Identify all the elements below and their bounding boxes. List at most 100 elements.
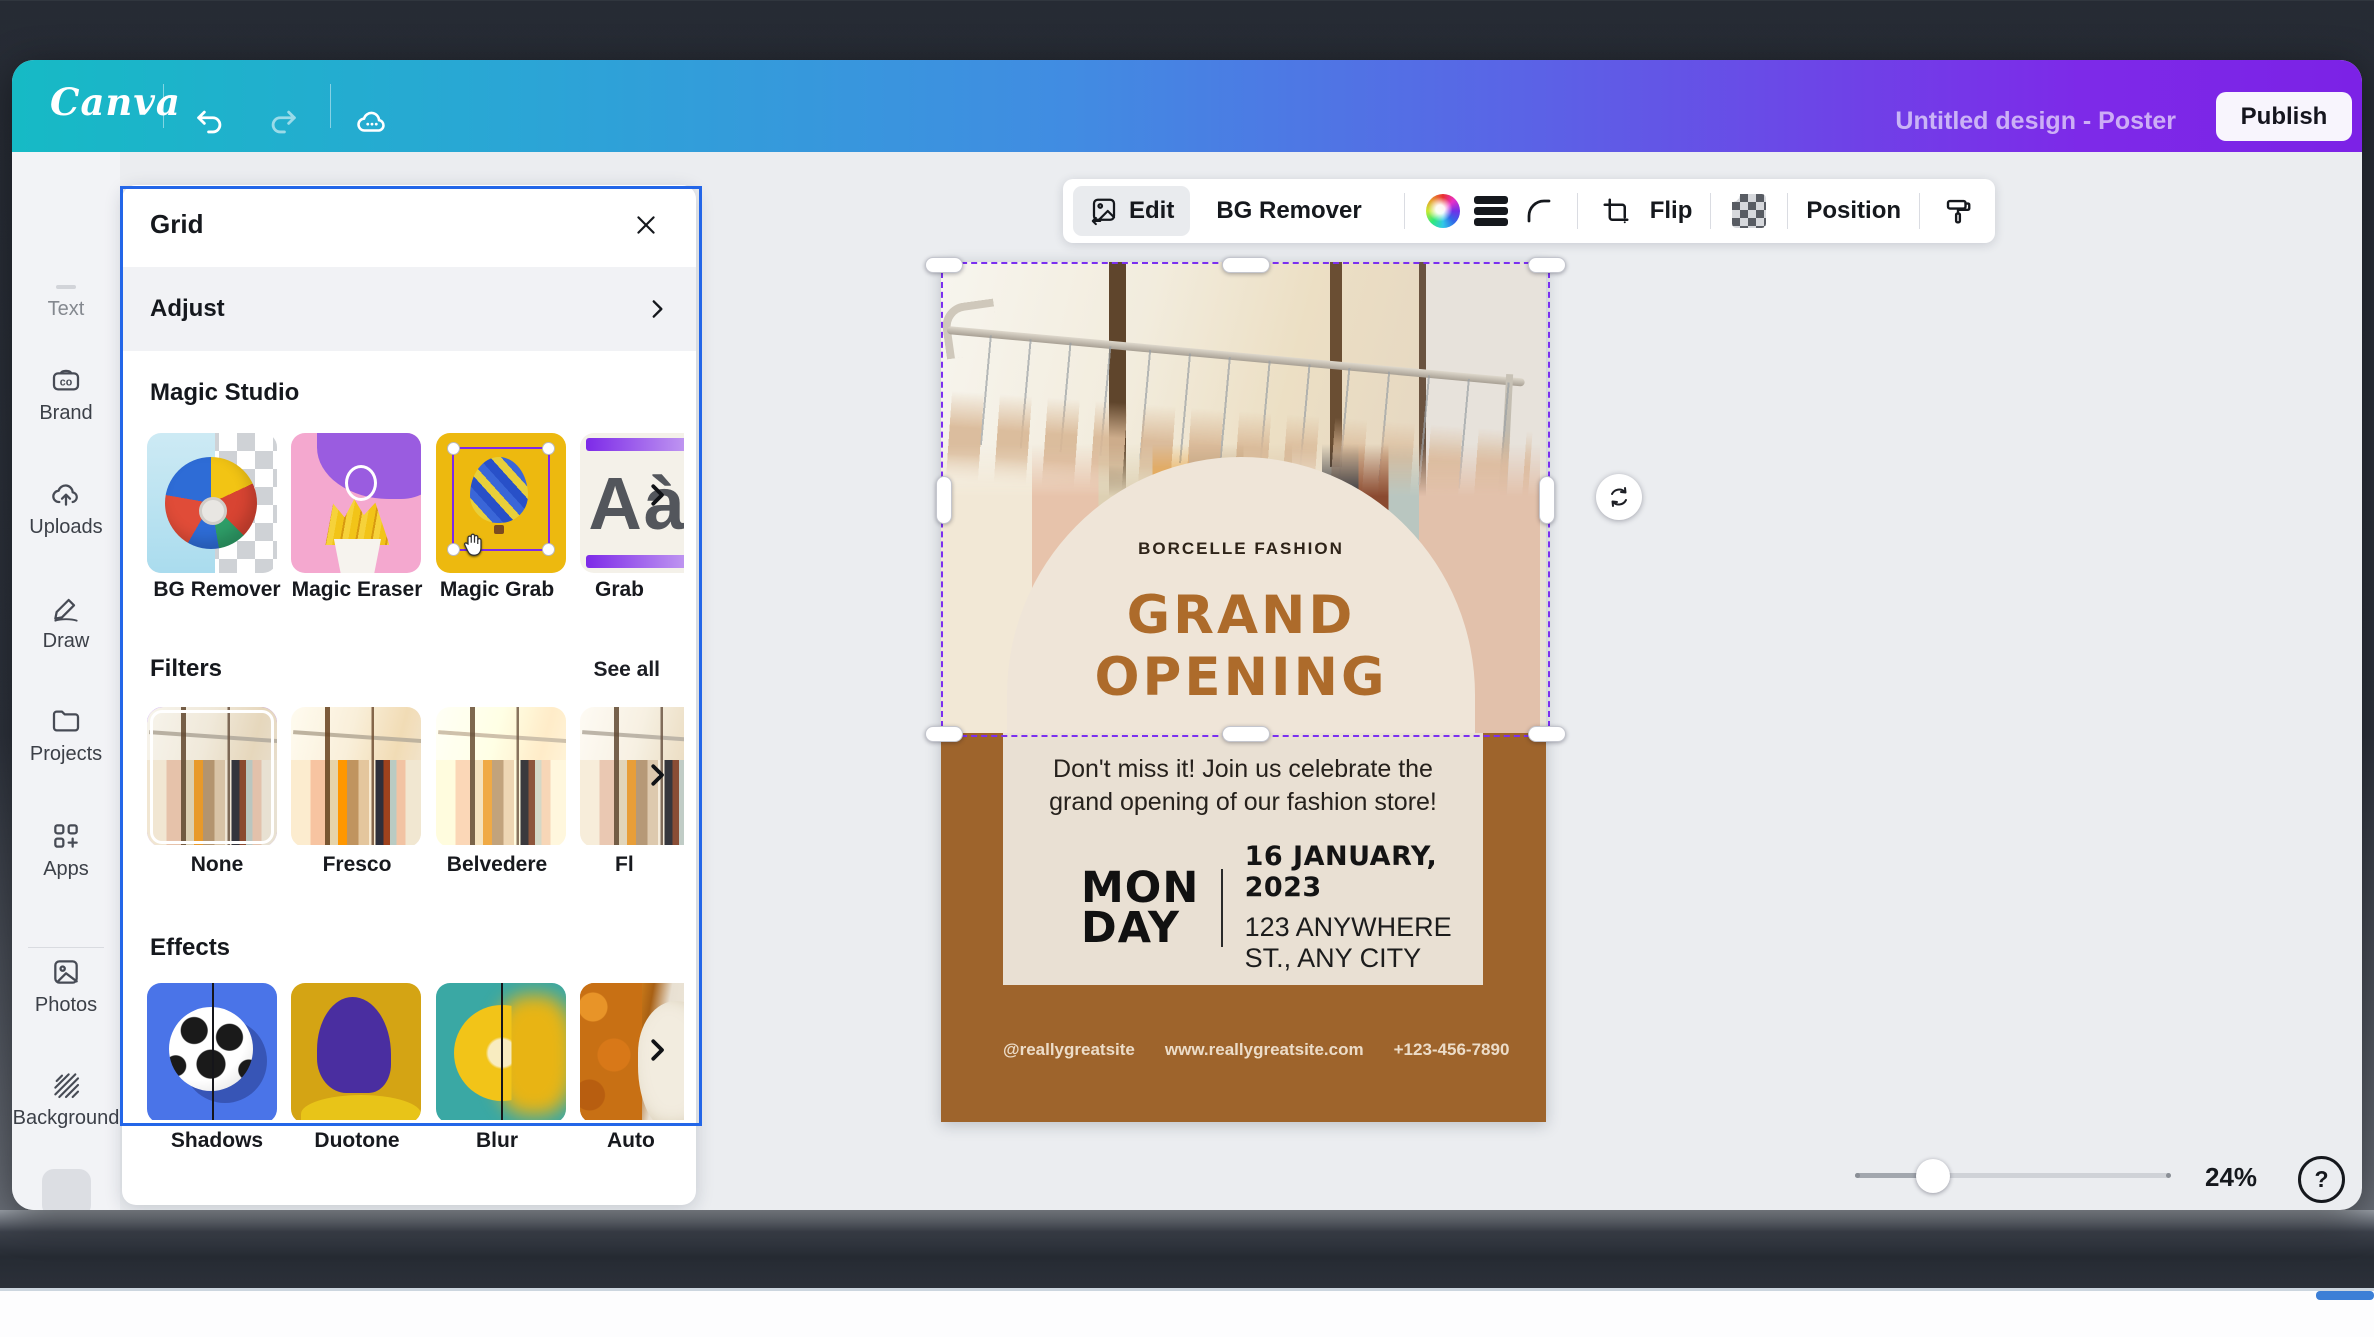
redo-button[interactable] (261, 100, 305, 144)
selection-handle-top[interactable] (1222, 257, 1270, 273)
tile-label: Grab (567, 578, 696, 602)
adjust-row[interactable]: Adjust (122, 267, 696, 351)
tile-magic-eraser[interactable] (291, 433, 421, 573)
sidebar-item-projects[interactable]: Projects (12, 705, 120, 766)
effects-scroll-chevron[interactable] (642, 1035, 672, 1065)
zoom-track-end-dot (2166, 1173, 2171, 1178)
selection-handle-bottom-left[interactable] (925, 726, 963, 742)
filters-row (147, 707, 684, 845)
tile-magic-grab[interactable] (436, 433, 566, 573)
sidebar-item-label: Apps (12, 858, 120, 881)
adjust-label: Adjust (150, 295, 644, 323)
bottom-strip (0, 1288, 2374, 1337)
help-button[interactable]: ? (2298, 1156, 2345, 1203)
stroke-weight-button[interactable] (1471, 191, 1511, 231)
undo-icon (193, 105, 227, 139)
zoom-slider-handle[interactable] (1916, 1159, 1950, 1193)
selection-handle-right[interactable] (1539, 476, 1555, 524)
filter-belvedere[interactable] (436, 707, 566, 845)
sidebar-item-brand[interactable]: co Brand (12, 364, 120, 425)
crop-button[interactable] (1596, 191, 1636, 231)
paint-roller-icon (1943, 196, 1973, 226)
sidebar-divider (28, 947, 104, 948)
magic-studio-heading: Magic Studio (150, 379, 299, 407)
effect-shadows[interactable] (147, 983, 277, 1120)
tile-label: Duotone (287, 1129, 427, 1153)
filters-labels: None Fresco Belvedere Fl (147, 853, 684, 877)
edit-button[interactable]: Edit (1073, 186, 1190, 236)
sidebar-item-photos[interactable]: Photos (12, 956, 120, 1017)
tile-label: Shadows (147, 1129, 287, 1153)
zoom-percent[interactable]: 24% (2205, 1162, 2257, 1193)
position-button[interactable]: Position (1806, 197, 1901, 225)
selection-handle-top-right[interactable] (1528, 257, 1566, 273)
flip-button[interactable]: Flip (1650, 197, 1693, 225)
sidebar-item-background[interactable]: Background (12, 1069, 120, 1130)
sidebar-placeholder-tile (42, 1169, 91, 1210)
info-divider (1221, 869, 1222, 947)
sidebar-item-draw[interactable]: Draw (12, 592, 120, 653)
sidebar-item-uploads[interactable]: Uploads (12, 478, 120, 539)
close-panel-button[interactable] (624, 203, 668, 247)
filter-none[interactable] (147, 707, 277, 845)
photos-icon (50, 956, 82, 988)
projects-icon (50, 705, 82, 737)
effect-blur[interactable] (436, 983, 566, 1120)
undo-button[interactable] (188, 100, 232, 144)
edit-label: Edit (1129, 197, 1174, 225)
poster-info-panel[interactable]: Don't miss it! Join us celebrate the gra… (1003, 733, 1483, 985)
toolbar-divider (163, 84, 164, 128)
sidebar-item-label: Text (12, 298, 120, 321)
sidebar-item-text[interactable]: Text (12, 298, 120, 321)
rotate-handle[interactable] (1596, 474, 1642, 520)
document-title[interactable]: Untitled design - Poster (1895, 107, 2176, 136)
poster-event-info[interactable]: MON DAY 16 JANUARY, 2023 123 ANYWHERE ST… (1081, 841, 1483, 974)
bg-remover-button[interactable]: BG Remover (1216, 197, 1361, 225)
stroke-weight-icon (1474, 196, 1508, 226)
magic-studio-scroll-chevron[interactable] (642, 480, 672, 510)
cloud-sync-button[interactable] (350, 100, 394, 144)
canva-logo[interactable]: Canva (50, 80, 181, 124)
footer-handle: @reallygreatsite (1003, 1040, 1135, 1060)
effects-heading: Effects (150, 934, 230, 962)
poster-day: MON DAY (1081, 868, 1199, 948)
chevron-right-icon (644, 296, 670, 322)
poster-canvas[interactable]: BORCELLE FASHION GRAND OPENING Don't mis… (941, 262, 1546, 1122)
effect-duotone[interactable] (291, 983, 421, 1120)
poster-brand-text[interactable]: BORCELLE FASHION (1007, 539, 1475, 559)
poster-subtitle[interactable]: Don't miss it! Join us celebrate the gra… (1003, 753, 1483, 819)
sidebar-item-label: Background (12, 1107, 120, 1130)
background-icon (50, 1069, 82, 1101)
transparency-icon (1732, 194, 1766, 228)
filter-fresco[interactable] (291, 707, 421, 845)
selection-handle-left[interactable] (936, 476, 952, 524)
magic-studio-labels: BG Remover Magic Eraser Magic Grab Grab (147, 578, 684, 602)
draw-icon (50, 592, 82, 624)
publish-button[interactable]: Publish (2216, 92, 2352, 141)
selection-handle-bottom[interactable] (1222, 726, 1270, 742)
copy-style-button[interactable] (1938, 191, 1978, 231)
filters-scroll-chevron[interactable] (642, 760, 672, 790)
toolbar-separator (1710, 193, 1711, 229)
panel-title: Grid (150, 209, 203, 240)
transparency-button[interactable] (1729, 191, 1769, 231)
corner-rounding-button[interactable] (1519, 191, 1559, 231)
zoom-track-start-dot (1855, 1173, 1860, 1178)
poster-brown-section[interactable]: Don't miss it! Join us celebrate the gra… (941, 733, 1546, 1122)
magic-studio-row: Aà (147, 433, 684, 573)
sidebar: Text co Brand Uploads Draw Projects Apps… (12, 152, 120, 1210)
beach-ball-art (165, 457, 257, 549)
color-button[interactable] (1423, 191, 1463, 231)
selection-handle-bottom-right[interactable] (1528, 726, 1566, 742)
sidebar-item-apps[interactable]: Apps (12, 820, 120, 881)
tile-label: Fresco (287, 853, 427, 877)
toolbar-separator (1577, 193, 1578, 229)
footer-phone: +123-456-7890 (1394, 1040, 1510, 1060)
selection-handle-top-left[interactable] (925, 257, 963, 273)
filters-see-all-link[interactable]: See all (593, 658, 660, 682)
color-wheel-icon (1426, 194, 1460, 228)
tile-bg-remover[interactable] (147, 433, 277, 573)
sidebar-item-label: Photos (12, 994, 120, 1017)
poster-title[interactable]: GRAND OPENING (1007, 585, 1475, 709)
poster-footer[interactable]: @reallygreatsite www.reallygreatsite.com… (1003, 1040, 1509, 1060)
